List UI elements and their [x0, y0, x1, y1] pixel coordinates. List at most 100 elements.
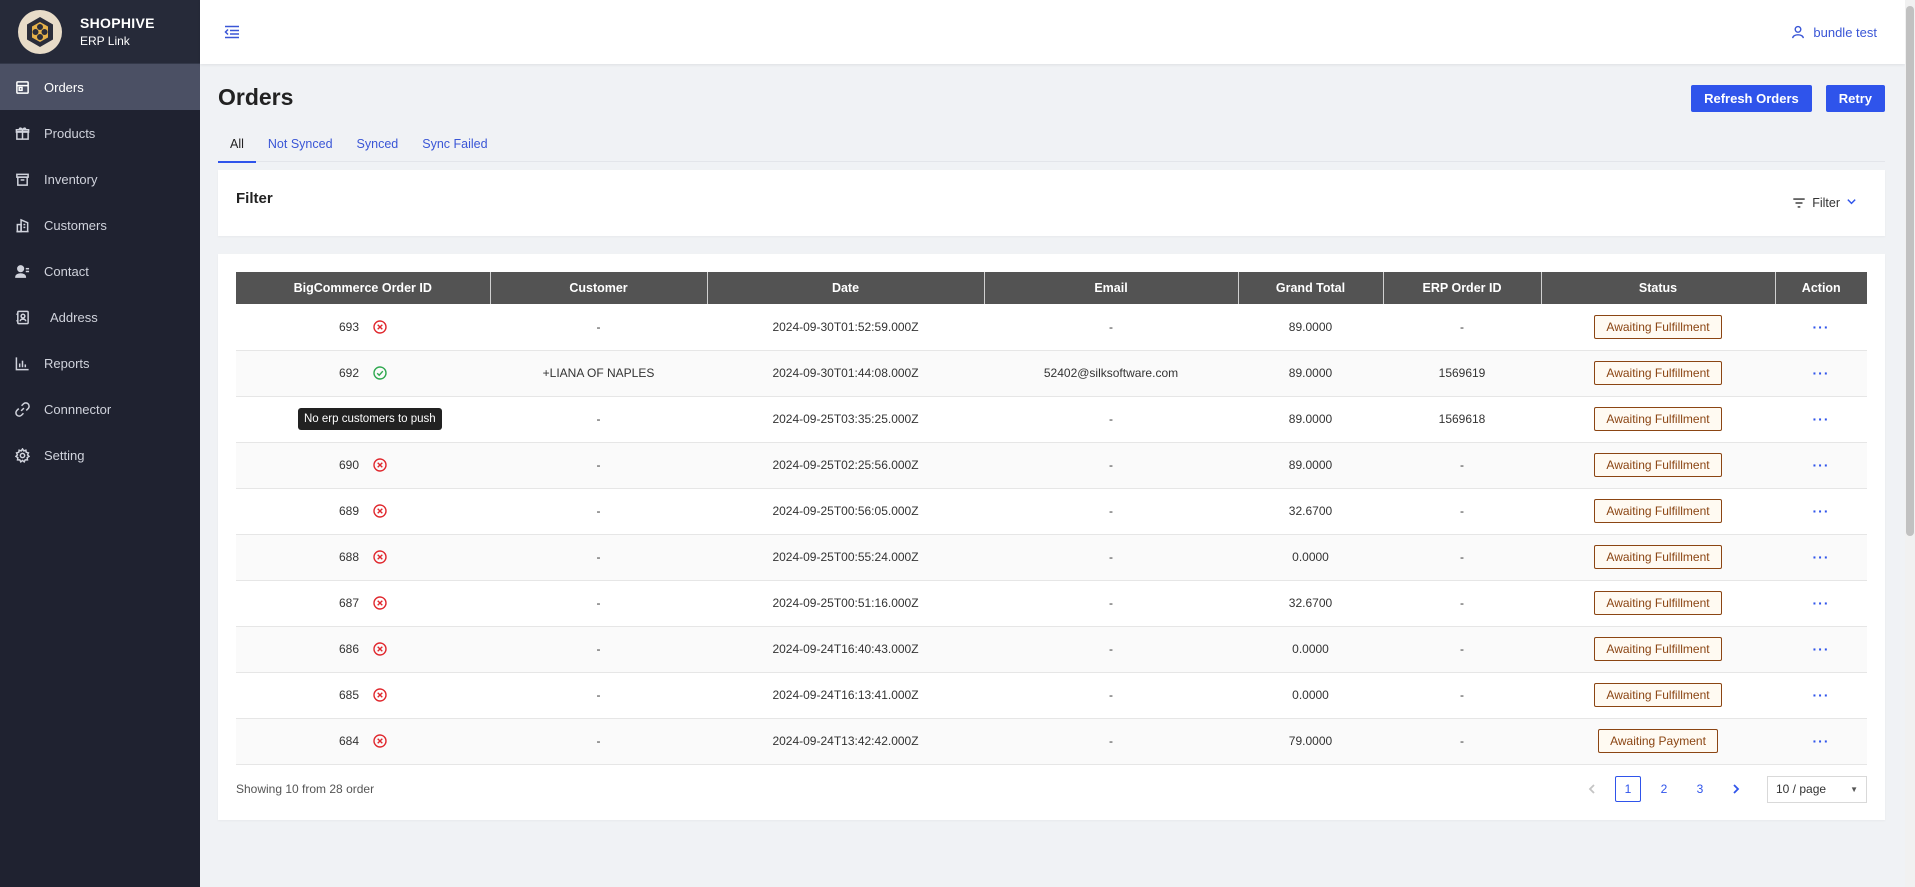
column-header[interactable]: Status: [1541, 272, 1776, 304]
status-cell: Awaiting Fulfillment: [1541, 442, 1775, 489]
more-actions-icon[interactable]: ···: [1813, 641, 1830, 657]
column-header[interactable]: Customer: [490, 272, 708, 304]
column-header[interactable]: Email: [984, 272, 1239, 304]
grand-total-cell: 0.0000: [1238, 626, 1383, 673]
email-cell: -: [984, 534, 1238, 581]
sidebar-item-address[interactable]: Address: [0, 294, 200, 340]
table-row: 689-2024-09-25T00:56:05.000Z -32.6700- Awa…: [236, 488, 1867, 535]
sidebar-item-contact[interactable]: Contact: [0, 248, 200, 294]
action-cell: ···: [1775, 442, 1867, 489]
sync-failed-icon[interactable]: [373, 504, 387, 518]
date-cell: 2024-09-24T13:42:42.000Z: [707, 718, 984, 765]
prev-page-button[interactable]: [1579, 776, 1605, 802]
grand-total-cell: 89.0000: [1238, 396, 1383, 443]
more-actions-icon[interactable]: ···: [1813, 687, 1830, 703]
menu-fold-icon[interactable]: [222, 22, 242, 42]
column-header[interactable]: BigCommerce Order ID: [236, 272, 491, 304]
erp-order-id-cell: -: [1383, 718, 1541, 765]
tab-all[interactable]: All: [218, 130, 256, 163]
more-actions-icon[interactable]: ···: [1813, 457, 1830, 473]
action-cell: ···: [1775, 672, 1867, 719]
status-badge: Awaiting Fulfillment: [1594, 499, 1722, 523]
sidebar-item-reports[interactable]: Reports: [0, 340, 200, 386]
user-menu[interactable]: bundle test: [1791, 25, 1877, 40]
more-actions-icon[interactable]: ···: [1813, 733, 1830, 749]
customer-cell: -: [490, 672, 707, 719]
customer-cell: -: [490, 304, 707, 351]
orders-table: BigCommerce Order ID Customer Date Email…: [236, 272, 1867, 765]
brand[interactable]: SHOPHIVE ERP Link: [0, 0, 200, 64]
more-actions-icon[interactable]: ···: [1813, 503, 1830, 519]
more-actions-icon[interactable]: ···: [1813, 549, 1830, 565]
more-actions-icon[interactable]: ···: [1813, 595, 1830, 611]
date-cell: 2024-09-25T00:51:16.000Z: [707, 580, 984, 627]
sync-failed-icon[interactable]: [373, 642, 387, 656]
action-cell: ···: [1775, 488, 1867, 535]
sidebar-item-connnector[interactable]: Connnector: [0, 386, 200, 432]
status-cell: Awaiting Fulfillment: [1541, 488, 1775, 535]
next-page-button[interactable]: [1723, 776, 1749, 802]
tab-not-synced[interactable]: Not Synced: [256, 130, 345, 162]
order-id: 689: [338, 504, 360, 518]
date-cell: 2024-09-25T02:25:56.000Z: [707, 442, 984, 489]
sync-failed-icon[interactable]: [373, 688, 387, 702]
order-id: 693: [338, 319, 360, 334]
email-cell: -: [984, 626, 1238, 673]
tab-sync-failed[interactable]: Sync Failed: [410, 130, 499, 162]
sidebar-item-label: Products: [44, 125, 96, 141]
order-id: 685: [338, 688, 360, 702]
erp-order-id-cell: -: [1383, 534, 1541, 581]
page-1-button[interactable]: 1: [1615, 776, 1641, 802]
order-id-cell: 685: [236, 672, 490, 719]
sync-failed-icon[interactable]: [373, 550, 387, 564]
order-id: 692: [338, 366, 360, 380]
page-3-button[interactable]: 3: [1687, 776, 1713, 802]
table-row: 686-2024-09-24T16:40:43.000Z -0.0000- Awai…: [236, 626, 1867, 673]
column-header[interactable]: Grand Total: [1238, 272, 1384, 304]
customer-cell: +LIANA OF NAPLES: [490, 350, 707, 397]
erp-order-id-cell: -: [1383, 304, 1541, 351]
erp-order-id-cell: 1569619: [1383, 350, 1541, 397]
status-cell: Awaiting Fulfillment: [1541, 350, 1775, 397]
page-size-value: 10 / page: [1776, 782, 1827, 796]
chevron-right-icon: [1733, 784, 1740, 794]
scrollbar-thumb[interactable]: [1906, 6, 1914, 536]
sidebar-item-label: Connnector: [44, 401, 112, 417]
column-header[interactable]: ERP Order ID: [1383, 272, 1542, 304]
sidebar-item-setting[interactable]: Setting: [0, 432, 200, 478]
refresh-orders-button[interactable]: Refresh Orders: [1691, 84, 1812, 112]
filter-toggle[interactable]: Filter: [1792, 196, 1857, 210]
email-cell: -: [984, 396, 1238, 443]
page-scrollbar[interactable]: [1905, 0, 1915, 887]
customer-cell: -: [490, 488, 707, 535]
sidebar-item-inventory[interactable]: Inventory: [0, 156, 200, 202]
date-cell: 2024-09-30T01:44:08.000Z: [707, 350, 984, 397]
sidebar-item-products[interactable]: Products: [0, 110, 200, 156]
sync-success-icon[interactable]: [373, 366, 387, 380]
sync-failed-icon[interactable]: [373, 734, 387, 748]
email-cell: -: [984, 304, 1238, 351]
gear-icon: [14, 447, 30, 463]
table-footer: Showing 10 from 28 order 1 2 3 10 / page…: [236, 774, 1867, 804]
retry-button[interactable]: Retry: [1825, 84, 1885, 112]
sync-failed-icon[interactable]: [373, 458, 387, 472]
status-badge: Awaiting Fulfillment: [1594, 453, 1722, 477]
column-header[interactable]: Action: [1775, 272, 1867, 304]
page-size-select[interactable]: 10 / page ▼: [1767, 775, 1867, 803]
table-row: 691-2024-09-25T03:35:25.000Z-89.00001569…: [236, 396, 1867, 443]
column-header[interactable]: Date: [707, 272, 985, 304]
action-cell: ···: [1775, 304, 1867, 351]
erp-order-id-cell: -: [1383, 442, 1541, 489]
sidebar-item-customers[interactable]: Customers: [0, 202, 200, 248]
sync-failed-icon[interactable]: [373, 596, 387, 610]
sync-failed-icon[interactable]: [373, 320, 387, 334]
status-cell: Awaiting Fulfillment: [1541, 672, 1775, 719]
table-row: 688-2024-09-25T00:55:24.000Z -0.0000- Awai…: [236, 534, 1867, 581]
status-badge: Awaiting Fulfillment: [1594, 637, 1722, 661]
tab-synced[interactable]: Synced: [345, 130, 411, 162]
page-2-button[interactable]: 2: [1651, 776, 1677, 802]
more-actions-icon[interactable]: ···: [1813, 411, 1830, 427]
more-actions-icon[interactable]: ···: [1813, 365, 1830, 381]
sidebar-item-orders[interactable]: Orders: [0, 64, 200, 110]
more-actions-icon[interactable]: ···: [1813, 319, 1830, 335]
